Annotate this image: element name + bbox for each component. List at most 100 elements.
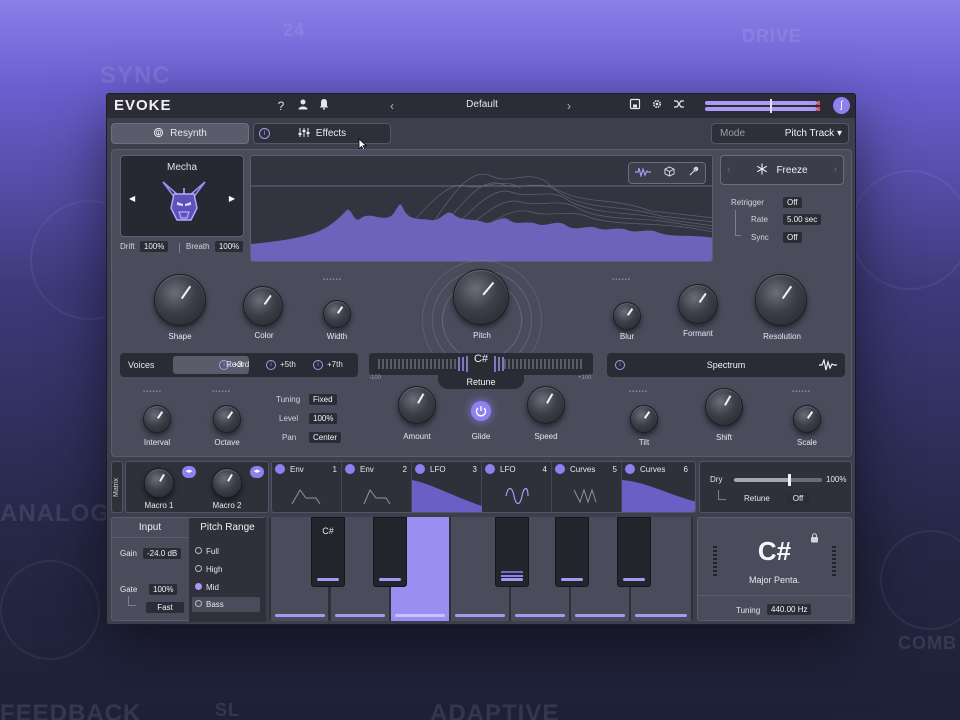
bell-icon[interactable] <box>316 98 332 114</box>
curves-fill-icon <box>622 480 695 512</box>
black-key[interactable] <box>617 517 651 587</box>
pan-value[interactable]: Center <box>309 432 342 443</box>
scale-knob[interactable] <box>793 405 821 433</box>
pitch-knob[interactable] <box>453 269 509 325</box>
help-icon[interactable]: ? <box>273 98 289 114</box>
voice-3rd-option[interactable]: i +3rd <box>219 360 249 370</box>
glide-button[interactable] <box>471 401 491 421</box>
blur-label: Blur <box>619 332 635 341</box>
mod-slot-env-2[interactable]: Env 2 <box>342 462 412 512</box>
interval-knob[interactable] <box>143 405 171 433</box>
gain-value[interactable]: -24.0 dB <box>143 548 182 559</box>
dry-value: 100% <box>826 475 847 484</box>
range-option-full[interactable]: Full <box>195 547 219 556</box>
shape-knob[interactable] <box>154 274 206 326</box>
voice-7th-option[interactable]: i +7th <box>313 360 343 370</box>
mod-slot-lfo-4[interactable]: LFO 4 <box>482 462 552 512</box>
voice-5th-option[interactable]: i +5th <box>266 360 296 370</box>
next-character-icon[interactable]: ▶ <box>229 194 235 203</box>
dry-slider-handle[interactable] <box>788 474 791 486</box>
link-icon[interactable]: ◂▸ <box>182 466 196 478</box>
mod-slot-lfo-3[interactable]: LFO 3 <box>412 462 482 512</box>
tilt-knob[interactable] <box>630 405 658 433</box>
blur-knob[interactable] <box>613 302 641 330</box>
preset-name[interactable]: Default <box>437 99 527 110</box>
chevron-right-icon: › <box>833 164 837 175</box>
freeze-label: Freeze <box>776 164 808 176</box>
range-option-bass[interactable]: Bass <box>192 597 260 612</box>
mod-indicator-dots: ▪▪▪▪▪▪ <box>629 389 648 395</box>
gate-value[interactable]: 100% <box>149 584 178 595</box>
detected-note: C# <box>757 536 792 566</box>
octave-knob[interactable] <box>213 405 241 433</box>
retrigger-row: Retrigger Off <box>731 197 851 208</box>
black-key[interactable] <box>495 517 529 587</box>
cube-icon[interactable] <box>664 166 675 180</box>
user-icon[interactable] <box>295 98 311 114</box>
mod-slot-curves-6[interactable]: Curves 6 <box>622 462 695 512</box>
rate-value[interactable]: 5.00 sec <box>783 214 822 225</box>
wrench-icon[interactable] <box>688 166 699 180</box>
drift-label: Drift <box>120 242 135 251</box>
level-value[interactable]: 100% <box>309 413 338 424</box>
retune-meter[interactable]: C# <box>369 353 593 375</box>
drift-value[interactable]: 100% <box>139 241 169 252</box>
sync-row: Sync Off <box>751 232 855 243</box>
formant-knob[interactable] <box>678 284 718 324</box>
save-icon[interactable] <box>627 98 643 114</box>
mod-slot-curves-5[interactable]: Curves 5 <box>552 462 622 512</box>
chevron-right-icon[interactable]: › <box>561 98 577 114</box>
meter-level-handle[interactable] <box>770 99 772 113</box>
chevron-left-icon: ‹ <box>727 164 731 175</box>
pan-field: Pan Center <box>282 432 362 443</box>
spectrum-display[interactable] <box>250 155 713 262</box>
pitch-range-options: Full High Mid Bass <box>189 538 266 622</box>
link-icon[interactable]: ◂▸ <box>250 466 264 478</box>
fingerprint-icon <box>153 127 164 141</box>
shift-knob[interactable] <box>705 388 743 426</box>
retrigger-value[interactable]: Off <box>783 197 802 208</box>
mode-dropdown[interactable]: Mode Pitch Track ▾ <box>711 123 849 144</box>
macro-1-knob[interactable] <box>144 468 174 498</box>
modulators-panel: Env 1 Env 2 LFO 3 LFO 4 Curves 5 Curves 6 <box>271 461 696 513</box>
dry-retune-value[interactable]: Off <box>786 493 810 504</box>
tuning-hz-value[interactable]: 440.00 Hz <box>767 604 812 615</box>
freeze-button[interactable]: ‹ Freeze › <box>720 155 844 185</box>
matrix-label[interactable]: Matrix <box>111 461 123 513</box>
sync-value[interactable]: Off <box>783 232 802 243</box>
range-option-mid[interactable]: Mid <box>195 583 219 592</box>
sliders-icon <box>298 127 310 141</box>
color-knob[interactable] <box>243 286 283 326</box>
black-key-selected[interactable]: C# <box>311 517 345 587</box>
speed-knob[interactable] <box>527 386 565 424</box>
chevron-left-icon[interactable]: ‹ <box>384 98 400 114</box>
gate-mode-value[interactable]: Fast <box>146 602 184 613</box>
tuning-field: Tuning Fixed <box>276 394 356 405</box>
mod-indicator-dots: ▪▪▪▪▪▪ <box>323 277 342 283</box>
tuning-value[interactable]: Fixed <box>309 394 337 405</box>
bracket-line <box>718 490 726 500</box>
tab-resynth[interactable]: Resynth <box>111 123 249 144</box>
link-icon <box>555 464 565 474</box>
prev-character-icon[interactable]: ◀ <box>129 194 135 203</box>
info-icon[interactable]: i <box>259 128 270 139</box>
width-knob[interactable] <box>323 300 351 328</box>
waveform-icon[interactable] <box>635 166 652 180</box>
black-key[interactable] <box>555 517 589 587</box>
amount-knob[interactable] <box>398 386 436 424</box>
black-key[interactable] <box>373 517 407 587</box>
bypass-icon[interactable]: ʃ <box>833 97 850 114</box>
key-note-label: C# <box>322 526 334 536</box>
mod-slot-env-1[interactable]: Env 1 <box>272 462 342 512</box>
radio-icon <box>195 547 202 554</box>
sine-wave-icon <box>505 487 529 505</box>
tab-effects[interactable]: i Effects <box>253 123 391 144</box>
breath-value[interactable]: 100% <box>214 241 244 252</box>
gear-icon[interactable] <box>649 98 665 114</box>
macro-2-knob[interactable] <box>212 468 242 498</box>
shuffle-icon[interactable] <box>671 98 687 114</box>
waveform-icon[interactable] <box>819 357 837 373</box>
range-option-high[interactable]: High <box>195 565 222 574</box>
dry-slider[interactable] <box>734 474 822 486</box>
resolution-knob[interactable] <box>755 274 807 326</box>
